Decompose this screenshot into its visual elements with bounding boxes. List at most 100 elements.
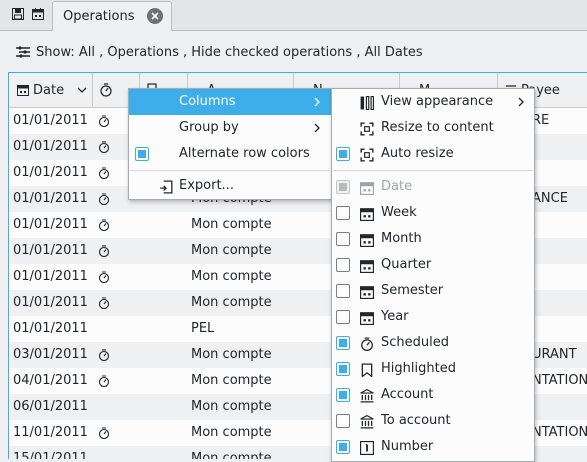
menu-item-label: Semester [381, 283, 444, 298]
menu-separator [333, 170, 533, 171]
checkbox[interactable] [135, 147, 149, 161]
menu-item-label: Export... [179, 178, 234, 193]
menu-item-auto-resize[interactable]: Auto resize [332, 141, 534, 167]
checkbox[interactable] [336, 206, 350, 220]
stopwatch-icon [98, 375, 110, 387]
cell-date: 11/01/2011 [13, 425, 88, 440]
cell-date: 01/01/2011 [13, 321, 88, 336]
menu-item-export[interactable]: Export... [129, 173, 331, 199]
cell-date: 01/01/2011 [13, 191, 88, 206]
resize-icon [360, 148, 374, 162]
menu-item-label: To account [381, 413, 451, 428]
menu-item-group-by[interactable]: Group by [129, 115, 331, 141]
checkbox[interactable] [336, 414, 350, 428]
menu-item-label: Columns [179, 94, 236, 109]
close-tab-button[interactable] [147, 8, 163, 24]
menu-item-highlighted[interactable]: Highlighted [332, 356, 534, 382]
checkbox[interactable] [336, 440, 350, 454]
cell-date: 01/01/2011 [13, 217, 88, 232]
calendar-icon [360, 234, 374, 247]
checkbox[interactable] [336, 388, 350, 402]
menu-item-quarter[interactable]: Quarter [332, 252, 534, 278]
calendar-icon [360, 208, 374, 221]
cell-payee: URANT [532, 347, 577, 362]
stopwatch-icon [361, 337, 373, 351]
checkbox[interactable] [336, 147, 350, 161]
stopwatch-icon [98, 193, 110, 205]
menu-item-week[interactable]: Week [332, 200, 534, 226]
menu-item-label: Account [381, 387, 434, 402]
filter-icon[interactable] [16, 46, 30, 58]
bookmark-icon [361, 363, 373, 377]
cell-date: 01/01/2011 [13, 139, 88, 154]
menu-item-semester[interactable]: Semester [332, 278, 534, 304]
menu-item-label: Highlighted [381, 361, 456, 376]
stopwatch-icon [98, 141, 110, 153]
cell-date: 01/01/2011 [13, 243, 88, 258]
cell-account: PEL [191, 321, 215, 336]
cell-date: 03/01/2011 [13, 347, 88, 362]
filter-summary[interactable]: Show: All , Operations , Hide checked op… [36, 45, 423, 60]
cell-account: Mon compte [191, 269, 272, 284]
menu-item-label: Number [381, 439, 434, 454]
menu-item-label: Scheduled [381, 335, 449, 350]
cell-date: 01/01/2011 [13, 113, 88, 128]
cell-date: 06/01/2011 [13, 399, 88, 414]
menu-item-label: Group by [179, 120, 239, 135]
menu-item-month[interactable]: Month [332, 226, 534, 252]
menu-item-label: Auto resize [381, 146, 454, 161]
cell-account: Mon compte [191, 373, 272, 388]
menu-item-number[interactable]: Number [332, 434, 534, 460]
column-header-date[interactable]: Date [9, 73, 93, 107]
menu-item-label: View appearance [381, 94, 494, 109]
menu-item-date: Date [332, 174, 534, 200]
chevron-right-icon [314, 97, 320, 107]
cell-date: 01/01/2011 [13, 295, 88, 310]
menu-item-scheduled[interactable]: Scheduled [332, 330, 534, 356]
calendar-icon [17, 85, 29, 96]
menu-item-year[interactable]: Year [332, 304, 534, 330]
bank-icon [360, 415, 374, 429]
cell-date: 01/01/2011 [13, 165, 88, 180]
menu-item-label: Resize to content [381, 120, 494, 135]
checkbox[interactable] [336, 258, 350, 272]
menu-item-alternate-row-colors[interactable]: Alternate row colors [129, 141, 331, 167]
cell-payee: NTATION [532, 425, 587, 440]
resize-icon [360, 122, 374, 136]
columns-submenu: View appearance Resize to content Auto res… [331, 88, 535, 462]
menu-item-columns[interactable]: Columns [129, 89, 331, 115]
menu-item-resize-to-content[interactable]: Resize to content [332, 115, 534, 141]
tab-operations[interactable]: Operations [52, 1, 172, 31]
calendar-icon[interactable] [32, 8, 44, 20]
checkbox[interactable] [336, 336, 350, 350]
export-icon [160, 180, 173, 194]
save-icon[interactable] [12, 8, 24, 20]
columns-icon [360, 96, 374, 110]
checkbox[interactable] [336, 310, 350, 324]
stopwatch-icon [98, 349, 110, 361]
cell-payee: ANCE [532, 191, 568, 206]
menu-item-view-appearance[interactable]: View appearance [332, 89, 534, 115]
stopwatch-icon [98, 245, 110, 257]
menu-item-to-account[interactable]: To account [332, 408, 534, 434]
cell-account: Mon compte [191, 399, 272, 414]
tab-label: Operations [63, 9, 135, 24]
calendar-icon [360, 260, 374, 273]
cell-date: 01/01/2011 [13, 269, 88, 284]
close-icon [151, 12, 159, 20]
menu-item-label: Year [381, 309, 409, 324]
menu-item-label: Week [381, 205, 417, 220]
number-icon [360, 441, 374, 455]
menu-item-account[interactable]: Account [332, 382, 534, 408]
checkbox[interactable] [336, 284, 350, 298]
chevron-down-icon [77, 87, 87, 93]
stopwatch-icon [98, 115, 110, 127]
calendar-icon [360, 286, 374, 299]
menu-item-label: Quarter [381, 257, 432, 272]
chevron-right-icon [518, 97, 524, 107]
checkbox[interactable] [336, 362, 350, 376]
checkbox[interactable] [336, 232, 350, 246]
cell-payee: NTATION [532, 373, 587, 388]
column-header-label: Date [33, 83, 65, 98]
stopwatch-icon [98, 297, 110, 309]
